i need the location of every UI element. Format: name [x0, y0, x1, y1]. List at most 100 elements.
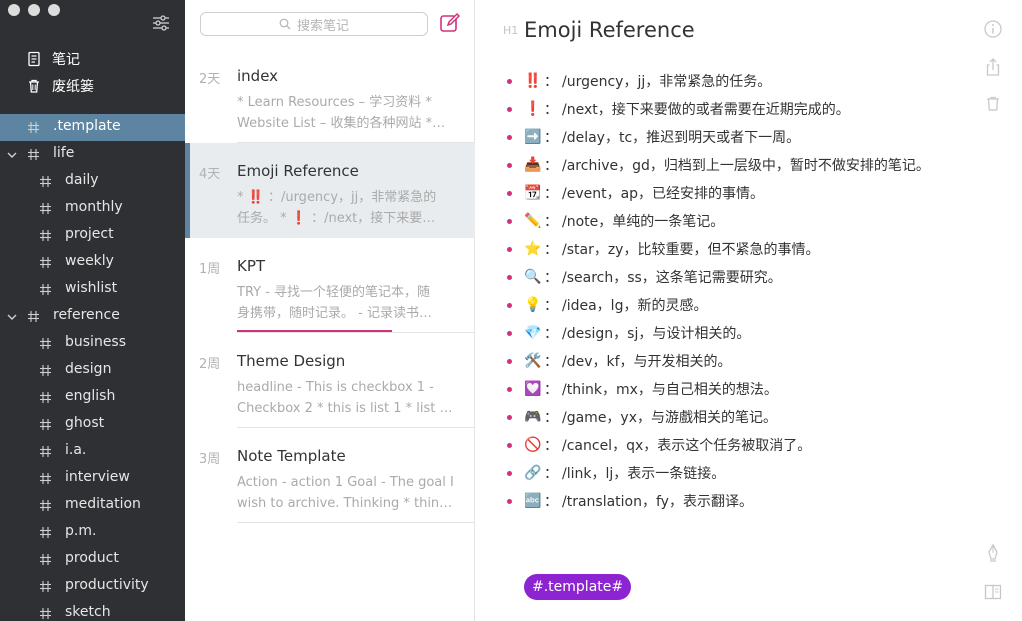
tag-hash-icon	[39, 283, 52, 296]
bullet-item[interactable]: 📥：/archive，gd，归档到上一层级中，暂时不做安排的笔记。	[507, 151, 930, 179]
bullet-item[interactable]: 🚫：/cancel，qx，表示这个任务被取消了。	[507, 431, 811, 459]
bullet-text: /cancel，qx，表示这个任务被取消了。	[562, 438, 812, 454]
bullet-item[interactable]: 🔍：/search，ss，这条笔记需要研究。	[507, 263, 782, 291]
bullet-item[interactable]: 🛠️：/dev，kf，与开发相关的。	[507, 347, 732, 375]
compose-note-icon[interactable]	[439, 12, 461, 34]
minimize-window-button[interactable]	[28, 4, 40, 16]
bullet-text: /link，lj，表示一条链接。	[562, 466, 726, 482]
note-list-item[interactable]: 1周 KPT TRY - 寻找一个轻便的笔记本，随 身携带，随时记录。 - 记录读书…	[185, 238, 475, 333]
sync-progress-line	[237, 330, 392, 332]
zoom-window-button[interactable]	[48, 4, 60, 16]
sidebar-tag-interview[interactable]: interview	[0, 465, 185, 492]
bullet-text: /delay，tc，推迟到明天或者下一周。	[562, 130, 801, 146]
separator-colon: ：	[544, 158, 558, 174]
sidebar-tag-project[interactable]: project	[0, 222, 185, 249]
sidebar-tag-design[interactable]: design	[0, 357, 185, 384]
note-list-item[interactable]: 4天 Emoji Reference * ‼️ ：/urgency，jj，非常紧急的…	[185, 143, 475, 238]
sidebar-tag-weekly[interactable]: weekly	[0, 249, 185, 276]
toggle-sidebar-icon[interactable]	[983, 582, 1003, 602]
bullet-item[interactable]: 🔤：/translation，fy，表示翻译。	[507, 487, 753, 515]
tag-label: productivity	[65, 577, 149, 593]
bullet-item[interactable]: 🔗：/link，lj，表示一条链接。	[507, 459, 725, 487]
share-icon[interactable]	[983, 57, 1003, 77]
bullet-item[interactable]: ✏️：/note，单纯的一条笔记。	[507, 207, 724, 235]
tag-label: ghost	[65, 415, 105, 431]
note-preview-line: Website List – 收集的各种网站 *…	[237, 116, 446, 131]
sidebar-item-trash[interactable]: 废纸篓	[26, 75, 94, 97]
note-age: 2天	[199, 72, 221, 87]
sidebar-tag-life[interactable]: life	[0, 141, 185, 168]
separator-colon: ：	[544, 102, 558, 118]
filter-sliders-icon[interactable]	[151, 13, 171, 33]
bullet-item[interactable]: ⭐：/star，zy，比较重要，但不紧急的事情。	[507, 235, 819, 263]
separator-colon: ：	[544, 326, 558, 342]
bullet-text: /translation，fy，表示翻译。	[562, 494, 753, 510]
bullet-item[interactable]: 💟：/think，mx，与自己相关的想法。	[507, 375, 778, 403]
note-item-title: Theme Design	[237, 352, 346, 370]
pen-icon[interactable]	[983, 543, 1003, 563]
bullet-item[interactable]: ‼️：/urgency，jj，非常紧急的任务。	[507, 67, 771, 95]
emoji-glyph: 📥	[524, 157, 542, 173]
emoji-glyph: 💎	[524, 325, 542, 341]
tag-hash-icon	[39, 418, 52, 431]
chevron-down-icon[interactable]	[6, 311, 18, 323]
bullet-item[interactable]: 💎：/design，sj，与设计相关的。	[507, 319, 750, 347]
note-list-item[interactable]: 3周 Note Template Action - action 1 Goal - …	[185, 428, 475, 523]
bullet-item[interactable]: ❗：/next，接下来要做的或者需要在近期完成的。	[507, 95, 850, 123]
sidebar-tag-template[interactable]: .template	[0, 114, 185, 141]
sidebar-tag-monthly[interactable]: monthly	[0, 195, 185, 222]
sidebar-tag-sketch[interactable]: sketch	[0, 600, 185, 621]
sidebar-tag-meditation[interactable]: meditation	[0, 492, 185, 519]
bullet-item[interactable]: 📆：/event，ap，已经安排的事情。	[507, 179, 764, 207]
sidebar-tag-pm[interactable]: p.m.	[0, 519, 185, 546]
tag-label: product	[65, 550, 119, 566]
tag-hash-icon	[39, 580, 52, 593]
search-placeholder: 搜索笔记	[296, 18, 349, 34]
note-list-item[interactable]: 2周 Theme Design headline - This is checkbo…	[185, 333, 475, 428]
sidebar-item-notes[interactable]: 笔记	[26, 48, 80, 70]
tag-hash-icon	[39, 472, 52, 485]
sidebar-tag-productivity[interactable]: productivity	[0, 573, 185, 600]
sidebar: 笔记 废纸篓 .template life daily monthly project w…	[0, 0, 185, 621]
bullet-text: /urgency，jj，非常紧急的任务。	[562, 74, 772, 90]
sidebar-tag-business[interactable]: business	[0, 330, 185, 357]
chevron-down-icon[interactable]	[6, 149, 18, 161]
separator-colon: ：	[544, 214, 558, 230]
emoji-glyph: 🔍	[524, 269, 542, 285]
sidebar-tag-daily[interactable]: daily	[0, 168, 185, 195]
search-input[interactable]: 搜索笔记	[200, 12, 428, 36]
tag-hash-icon	[39, 607, 52, 620]
bullet-item[interactable]: 💡：/idea，lg，新的灵感。	[507, 291, 707, 319]
note-title[interactable]: Emoji Reference	[524, 18, 695, 42]
note-list-item[interactable]: 2天 index * Learn Resources – 学习资料 * Website…	[185, 48, 475, 143]
note-preview-line: headline - This is checkbox 1 -	[237, 380, 434, 395]
sidebar-tag-wishlist[interactable]: wishlist	[0, 276, 185, 303]
separator-colon: ：	[544, 494, 558, 510]
note-age: 1周	[199, 262, 221, 277]
sidebar-tag-english[interactable]: english	[0, 384, 185, 411]
bullet-dot	[507, 190, 512, 196]
bullet-item[interactable]: ➡️：/delay，tc，推迟到明天或者下一周。	[507, 123, 800, 151]
note-preview-line: Action - action 1 Goal - The goal I	[237, 475, 454, 490]
bullet-dot	[507, 134, 512, 140]
sidebar-tag-reference[interactable]: reference	[0, 303, 185, 330]
bullet-text: /game，yx，与游戲相关的笔记。	[562, 410, 778, 426]
bullet-text: /archive，gd，归档到上一层级中，暂时不做安排的笔记。	[562, 158, 930, 174]
tag-hash-icon	[39, 445, 52, 458]
bullet-text: /design，sj，与设计相关的。	[562, 326, 751, 342]
tag-hash-icon	[39, 175, 52, 188]
sidebar-tag-product[interactable]: product	[0, 546, 185, 573]
info-icon[interactable]	[983, 19, 1003, 39]
note-icon	[28, 51, 40, 67]
close-window-button[interactable]	[8, 4, 20, 16]
note-tag[interactable]: #.template#	[524, 574, 632, 600]
sidebar-tag-ghost[interactable]: ghost	[0, 411, 185, 438]
note-preview-line: 身携带，随时记录。 - 记录读书…	[237, 306, 432, 321]
bullet-item[interactable]: 🎮：/game，yx，与游戲相关的笔记。	[507, 403, 777, 431]
bullet-dot	[507, 442, 512, 448]
note-item-title: index	[237, 67, 279, 85]
trash-note-icon[interactable]	[983, 94, 1003, 114]
tag-label: p.m.	[65, 523, 97, 539]
bullet-text: /think，mx，与自己相关的想法。	[562, 382, 778, 398]
sidebar-tag-ia[interactable]: i.a.	[0, 438, 185, 465]
